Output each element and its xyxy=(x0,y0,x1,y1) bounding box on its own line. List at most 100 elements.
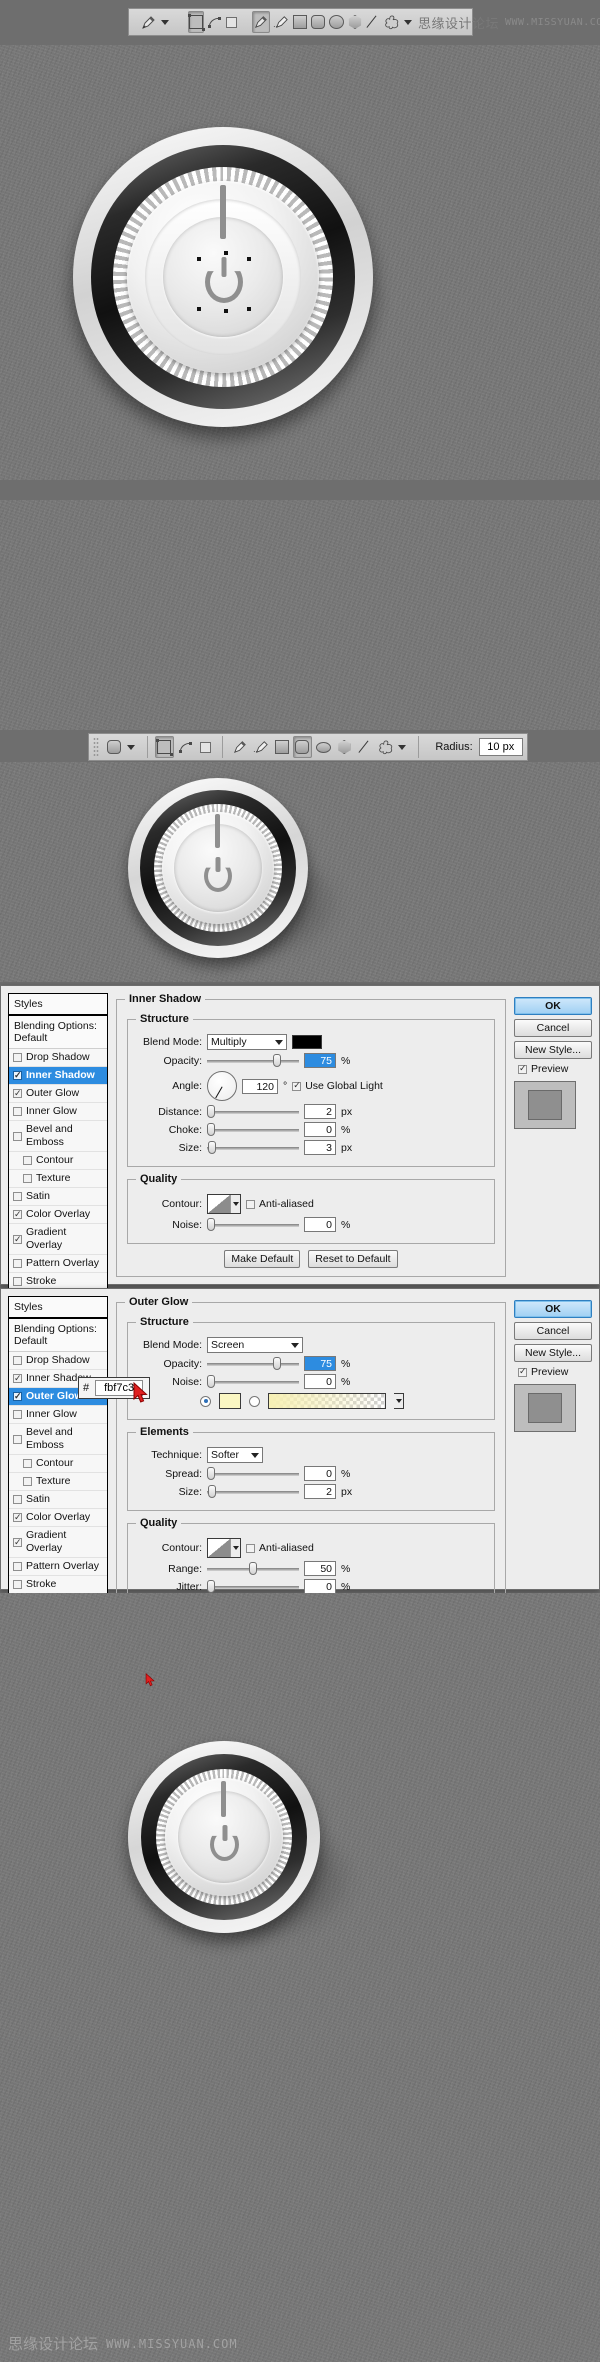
checkbox[interactable] xyxy=(13,1192,22,1201)
checkbox[interactable] xyxy=(13,1410,22,1419)
style-item-inner-glow[interactable]: Inner Glow xyxy=(9,1406,107,1424)
jitter-input[interactable]: 0 xyxy=(304,1579,336,1594)
checkbox[interactable] xyxy=(13,1277,22,1286)
cancel-button[interactable]: Cancel xyxy=(514,1019,592,1037)
checkbox[interactable] xyxy=(13,1069,22,1082)
paths-icon[interactable] xyxy=(176,736,195,758)
checkbox[interactable] xyxy=(13,1536,22,1549)
ok-button[interactable]: OK xyxy=(514,1300,592,1318)
checkbox[interactable] xyxy=(23,1174,32,1183)
reset-to-default-button[interactable]: Reset to Default xyxy=(308,1250,398,1268)
checkbox[interactable] xyxy=(13,1259,22,1268)
glow-color-swatch[interactable] xyxy=(219,1393,241,1409)
checkbox[interactable] xyxy=(23,1459,32,1468)
choke-input[interactable]: 0 xyxy=(304,1122,336,1137)
checkbox[interactable] xyxy=(13,1434,22,1444)
layer-style-dialog-outer-glow[interactable]: Styles Blending Options: Default Drop Sh… xyxy=(0,1288,600,1639)
style-item-gradient-overlay[interactable]: Gradient Overlay xyxy=(9,1527,107,1558)
angle-input[interactable]: 120 xyxy=(242,1078,278,1094)
rounded-rectangle-tool-icon[interactable] xyxy=(292,736,312,758)
freeform-pen-tool-icon[interactable] xyxy=(251,736,270,758)
checkbox[interactable] xyxy=(13,1107,22,1116)
distance-input[interactable]: 2 xyxy=(304,1104,336,1119)
radius-input[interactable]: 10 px xyxy=(478,738,523,756)
tool-preset-chevron-down-icon[interactable] xyxy=(126,744,135,750)
checkbox[interactable] xyxy=(13,1087,22,1100)
line-tool-icon[interactable] xyxy=(365,11,381,33)
style-item-texture[interactable]: Texture xyxy=(9,1473,107,1491)
gradient-chevron-down-icon[interactable] xyxy=(394,1393,404,1409)
style-item-inner-shadow[interactable]: Inner Shadow xyxy=(9,1067,107,1085)
ellipse-tool-icon[interactable] xyxy=(314,736,333,758)
opacity-input[interactable]: 75 xyxy=(304,1053,336,1068)
checkbox[interactable] xyxy=(23,1156,32,1165)
custom-shape-tool-icon[interactable] xyxy=(383,11,401,33)
style-item-pattern-overlay[interactable]: Pattern Overlay xyxy=(9,1558,107,1576)
style-item-bevel-and-emboss[interactable]: Bevel and Emboss xyxy=(9,1121,107,1152)
checkbox[interactable] xyxy=(13,1233,22,1246)
noise-input[interactable]: 0 xyxy=(304,1374,336,1389)
pen-tool-icon[interactable] xyxy=(252,11,270,33)
checkbox[interactable] xyxy=(13,1580,22,1589)
checkbox[interactable] xyxy=(13,1372,22,1385)
blending-options-item[interactable]: Blending Options: Default xyxy=(9,1016,107,1049)
cancel-button[interactable]: Cancel xyxy=(514,1322,592,1340)
opacity-slider[interactable] xyxy=(207,1054,299,1068)
technique-select[interactable]: Softer xyxy=(207,1447,263,1463)
custom-shape-chevron-down-icon[interactable] xyxy=(398,744,407,750)
custom-shape-chevron-down-icon[interactable] xyxy=(404,19,412,25)
style-item-contour[interactable]: Contour xyxy=(9,1455,107,1473)
range-slider[interactable] xyxy=(207,1562,299,1576)
layer-style-dialog-inner-shadow[interactable]: Styles Blending Options: Default Drop Sh… xyxy=(0,985,600,1292)
checkbox[interactable] xyxy=(13,1390,22,1403)
checkbox[interactable] xyxy=(13,1053,22,1062)
glow-gradient-swatch[interactable] xyxy=(268,1393,386,1409)
styles-list-panel[interactable]: Styles Blending Options: Default Drop Sh… xyxy=(8,993,108,1292)
new-style-button[interactable]: New Style... xyxy=(514,1344,592,1362)
freeform-pen-tool-icon[interactable] xyxy=(272,11,290,33)
preview-checkbox[interactable]: Preview xyxy=(518,1366,592,1378)
opacity-input[interactable]: 75 xyxy=(304,1356,336,1371)
shadow-color-swatch[interactable] xyxy=(292,1035,322,1049)
rectangle-tool-icon[interactable] xyxy=(272,736,291,758)
size-input[interactable]: 2 xyxy=(304,1484,336,1499)
style-item-drop-shadow[interactable]: Drop Shadow xyxy=(9,1352,107,1370)
blend-mode-select[interactable]: Multiply xyxy=(207,1034,287,1050)
rounded-rectangle-tool-icon[interactable] xyxy=(105,736,124,758)
range-input[interactable]: 50 xyxy=(304,1561,336,1576)
style-item-inner-glow[interactable]: Inner Glow xyxy=(9,1103,107,1121)
styles-list-panel[interactable]: Styles Blending Options: Default Drop Sh… xyxy=(8,1296,108,1639)
chevron-down-icon[interactable] xyxy=(291,1342,299,1348)
rounded-rect-options-toolbar[interactable]: Radius: 10 px xyxy=(88,733,528,761)
gradient-radio[interactable] xyxy=(249,1395,260,1407)
style-item-gradient-overlay[interactable]: Gradient Overlay xyxy=(9,1224,107,1255)
paths-icon[interactable] xyxy=(206,11,223,33)
size-slider[interactable] xyxy=(207,1141,299,1155)
tool-preset-chevron-down-icon[interactable] xyxy=(161,19,169,25)
opacity-slider[interactable] xyxy=(207,1357,299,1371)
checkbox[interactable] xyxy=(13,1511,22,1524)
contour-picker[interactable] xyxy=(207,1194,241,1214)
checkbox[interactable] xyxy=(13,1131,22,1141)
style-item-texture[interactable]: Texture xyxy=(9,1170,107,1188)
spread-input[interactable]: 0 xyxy=(304,1466,336,1481)
toolbar-grip[interactable] xyxy=(93,737,99,757)
style-item-pattern-overlay[interactable]: Pattern Overlay xyxy=(9,1255,107,1273)
size-input[interactable]: 3 xyxy=(304,1140,336,1155)
polygon-tool-icon[interactable] xyxy=(347,11,363,33)
ok-button[interactable]: OK xyxy=(514,997,592,1015)
checkbox[interactable] xyxy=(13,1356,22,1365)
preview-checkbox[interactable]: Preview xyxy=(518,1063,592,1075)
noise-slider[interactable] xyxy=(207,1375,299,1389)
choke-slider[interactable] xyxy=(207,1123,299,1137)
shape-layers-icon[interactable] xyxy=(154,736,174,758)
anti-aliased-checkbox[interactable]: Anti-aliased xyxy=(246,1198,314,1210)
checkbox[interactable] xyxy=(23,1477,32,1486)
new-style-button[interactable]: New Style... xyxy=(514,1041,592,1059)
checkbox[interactable] xyxy=(13,1208,22,1221)
anti-aliased-checkbox[interactable]: Anti-aliased xyxy=(246,1542,314,1554)
pen-tool-icon[interactable] xyxy=(139,11,158,33)
distance-slider[interactable] xyxy=(207,1105,299,1119)
style-item-bevel-and-emboss[interactable]: Bevel and Emboss xyxy=(9,1424,107,1455)
noise-input[interactable]: 0 xyxy=(304,1217,336,1232)
